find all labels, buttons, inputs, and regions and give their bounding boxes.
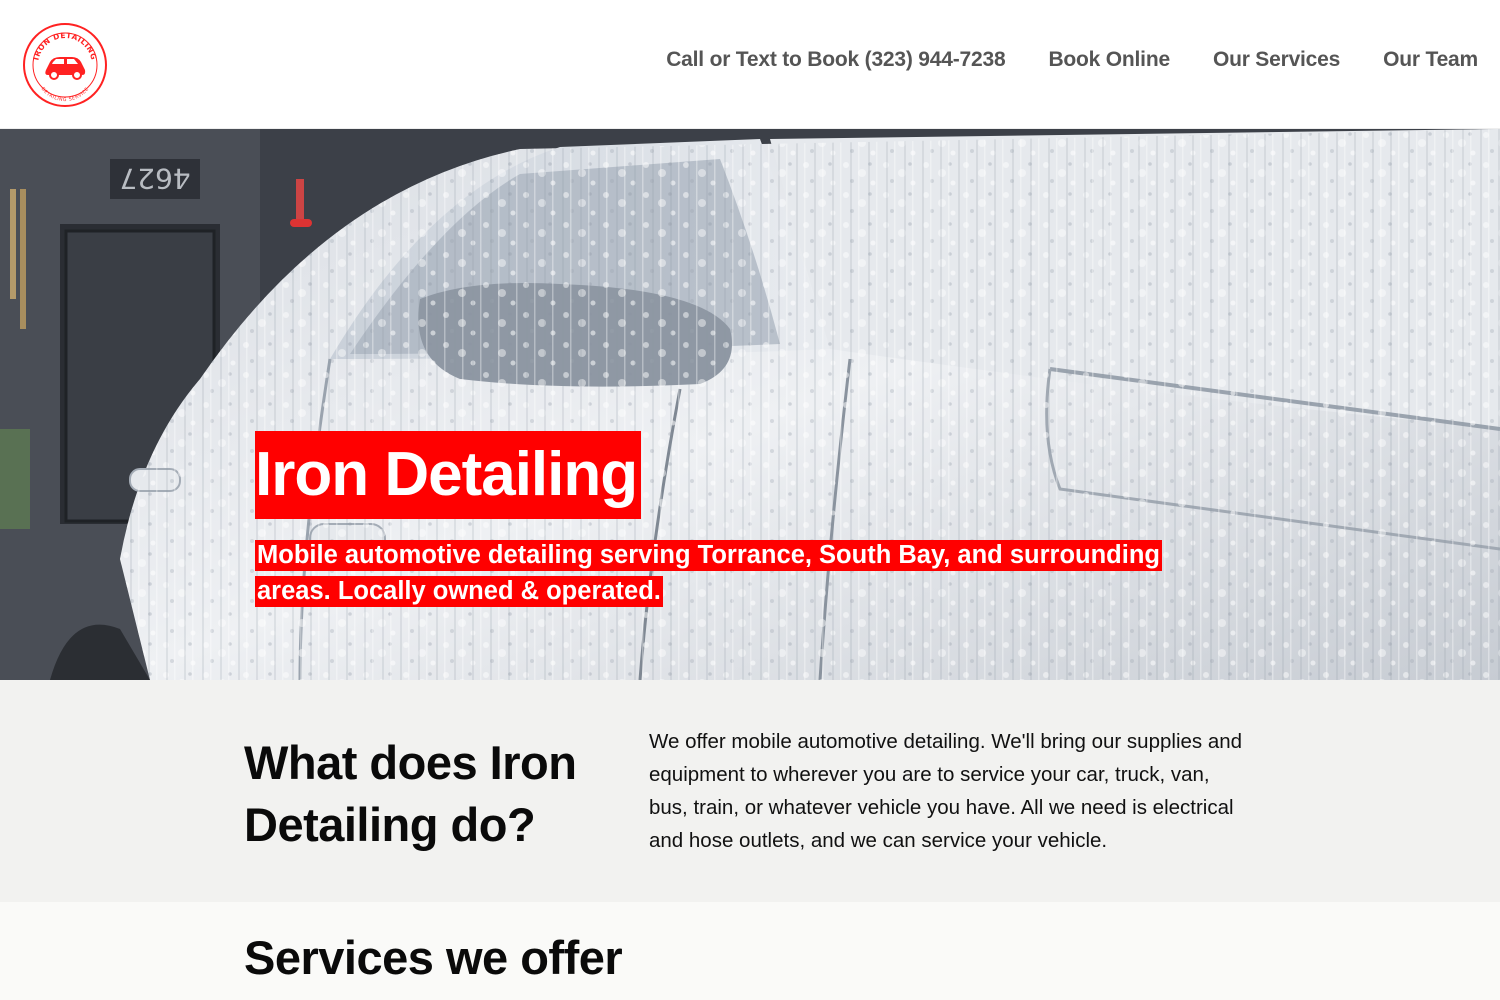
hero-subtitle: Mobile automotive detailing serving Torr… xyxy=(255,537,1215,609)
nav-book-online[interactable]: Book Online xyxy=(1048,48,1170,72)
services-heading: Services we offer xyxy=(244,931,623,984)
hero-title: Iron Detailing xyxy=(255,431,642,519)
about-section: What does Iron Detailing do? We offer mo… xyxy=(0,680,1500,902)
nav-our-team[interactable]: Our Team xyxy=(1383,48,1478,72)
hero-section: 4627 Iron Detailing Mobile automotive de… xyxy=(0,129,1500,680)
house-number: 4627 xyxy=(119,162,190,195)
nav-our-services[interactable]: Our Services xyxy=(1213,48,1340,72)
site-header: IRON DETAILING DETAILING SERVICE Call or… xyxy=(0,0,1500,129)
about-body: We offer mobile automotive detailing. We… xyxy=(649,730,1243,852)
logo[interactable]: IRON DETAILING DETAILING SERVICE xyxy=(22,22,108,108)
hero-subtitle-text: Mobile automotive detailing serving Torr… xyxy=(255,540,1162,607)
car-logo-icon: IRON DETAILING DETAILING SERVICE xyxy=(23,23,107,107)
services-section: Services we offer xyxy=(0,902,1500,1000)
main-nav: Call or Text to Book (323) 944-7238 Book… xyxy=(666,48,1478,72)
nav-call-to-book[interactable]: Call or Text to Book (323) 944-7238 xyxy=(666,48,1005,72)
about-heading: What does Iron Detailing do? xyxy=(244,736,577,851)
